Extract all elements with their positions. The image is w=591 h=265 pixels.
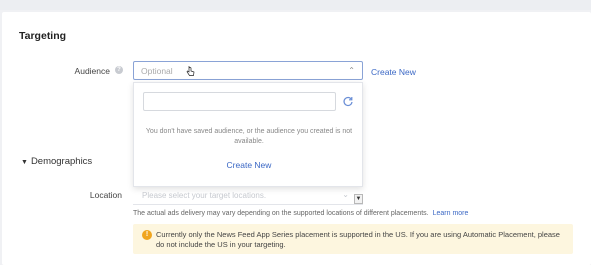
demographics-toggle[interactable]: ▼ Demographics	[21, 156, 92, 167]
audience-search-input[interactable]	[143, 92, 336, 111]
location-label: Location	[89, 190, 122, 200]
pointer-cursor-icon	[186, 66, 195, 76]
help-icon[interactable]: ?	[115, 66, 123, 74]
create-new-audience-link[interactable]: Create New	[371, 67, 416, 77]
demographics-title: Demographics	[30, 156, 93, 167]
delivery-notice: The actual ads delivery may vary dependi…	[133, 210, 468, 217]
triangle-down-icon: ▼	[21, 159, 28, 166]
warning-icon: !	[142, 230, 152, 240]
refresh-icon[interactable]	[342, 95, 354, 107]
section-title: Targeting	[19, 30, 67, 42]
audience-placeholder: Optional	[141, 66, 173, 76]
warning-alert: ! Currently only the News Feed App Serie…	[133, 224, 573, 254]
audience-dropdown: You don't have saved audience, or the au…	[133, 82, 363, 187]
audience-label: Audience	[74, 66, 110, 76]
location-placeholder: Please select your target locations.	[142, 191, 267, 200]
learn-more-link[interactable]: Learn more	[433, 210, 469, 217]
notice-text: The actual ads delivery may vary dependi…	[133, 210, 429, 217]
dropdown-create-new-button[interactable]: Create New	[134, 160, 364, 170]
scroll-down-button[interactable]: ▼	[354, 194, 363, 204]
chevron-down-icon: ⌄	[342, 190, 349, 199]
location-select[interactable]: Please select your target locations. ⌄ ▼	[133, 188, 363, 205]
top-strip	[0, 0, 591, 10]
alert-message: Currently only the News Feed App Series …	[156, 230, 560, 249]
chevron-up-icon: ⌃	[348, 66, 355, 75]
audience-select[interactable]: Optional ⌃	[133, 61, 363, 80]
empty-audience-message: You don't have saved audience, or the au…	[145, 128, 353, 145]
